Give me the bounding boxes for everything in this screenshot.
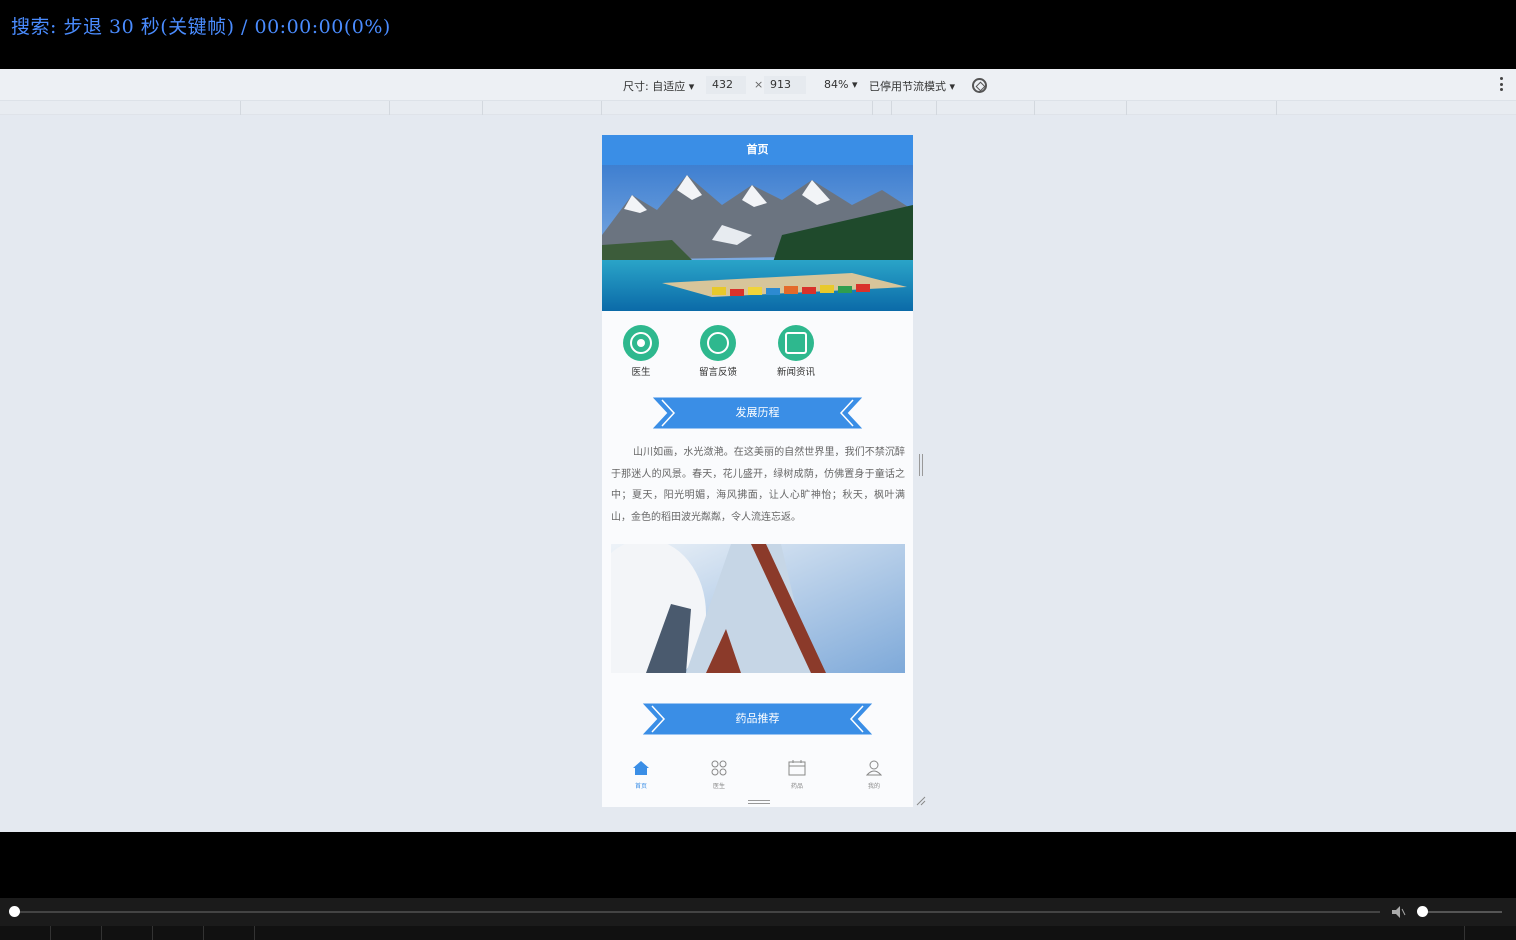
times-label: × xyxy=(754,78,764,91)
dimensions-dropdown[interactable]: 尺寸: 自适应 ▾ xyxy=(623,78,694,94)
grid-icon xyxy=(711,760,727,776)
player-osd-bar: 搜索: 步退 30 秒(关键帧) / 00:00:00(0%) xyxy=(0,0,1516,69)
osd-status-text: 搜索: 步退 30 秒(关键帧) / 00:00:00(0%) xyxy=(11,16,391,38)
drag-handle[interactable] xyxy=(748,800,770,804)
doctor-icon xyxy=(623,325,659,361)
quick-nav: 医生 留言反馈 新闻资讯 xyxy=(602,325,913,385)
seek-knob[interactable] xyxy=(9,906,20,917)
tab-label: 我的 xyxy=(867,783,880,790)
feedback-icon xyxy=(700,325,736,361)
history-paragraph: 山川如画，水光潋滟。在这美丽的自然世界里，我们不禁沉醉于那迷人的风景。春天，花儿… xyxy=(611,447,905,524)
home-icon xyxy=(633,761,649,775)
seek-bar[interactable] xyxy=(0,898,1516,926)
calendar-icon xyxy=(788,760,806,776)
banner-image[interactable] xyxy=(602,165,913,311)
page-title: 首页 xyxy=(602,135,913,165)
user-icon xyxy=(865,760,883,776)
throttle-dropdown[interactable]: 已停用节流模式 ▾ xyxy=(869,78,955,94)
height-input[interactable]: 913 xyxy=(764,76,806,94)
volume-track[interactable] xyxy=(1418,911,1502,913)
status-strip xyxy=(0,926,1516,940)
tab-label: 药品 xyxy=(790,783,803,790)
nav-label: 医生 xyxy=(631,367,651,378)
volume-knob[interactable] xyxy=(1417,906,1428,917)
device-toolbar: 尺寸: 自适应 ▾ 432 × 913 84% ▾ 已停用节流模式 ▾ xyxy=(0,69,1516,101)
tab-doctor[interactable]: 医生 xyxy=(699,760,739,790)
resize-handle-icon[interactable] xyxy=(916,796,926,806)
nav-doctor[interactable]: 医生 xyxy=(606,325,676,378)
nav-feedback[interactable]: 留言反馈 xyxy=(683,325,753,378)
volume-icon[interactable] xyxy=(1392,906,1406,918)
scrollbar-thumb[interactable] xyxy=(919,454,923,476)
media-query-ruler[interactable] xyxy=(0,101,1516,115)
more-vertical-icon[interactable] xyxy=(1500,77,1504,91)
width-input[interactable]: 432 xyxy=(706,76,746,94)
section-header-history: 发展历程 xyxy=(602,396,913,430)
tab-medicine[interactable]: 药品 xyxy=(777,760,817,790)
nav-news[interactable]: 新闻资讯 xyxy=(761,325,831,378)
zoom-dropdown[interactable]: 84% ▾ xyxy=(824,78,857,91)
mobile-app-frame: 首页 医生 留言反馈 新闻资讯 发展历程 山川如画，水光潋滟。在这美丽的自然世界… xyxy=(602,135,913,807)
tab-profile[interactable]: 我的 xyxy=(854,760,894,790)
rotate-icon[interactable] xyxy=(972,78,987,93)
nav-label: 新闻资讯 xyxy=(776,367,815,378)
tab-home[interactable]: 首页 xyxy=(621,760,661,790)
tab-label: 医生 xyxy=(712,783,725,790)
section-title: 药品推荐 xyxy=(735,712,780,725)
tab-label: 首页 xyxy=(634,783,647,790)
nav-label: 留言反馈 xyxy=(698,367,737,378)
bottom-tab-bar: 首页 医生 药品 我的 xyxy=(602,756,913,796)
section-title: 发展历程 xyxy=(735,406,780,419)
browser-viewport: 尺寸: 自适应 ▾ 432 × 913 84% ▾ 已停用节流模式 ▾ 首页 医… xyxy=(0,69,1516,832)
news-icon xyxy=(778,325,814,361)
player-controls xyxy=(0,832,1516,940)
seek-track[interactable] xyxy=(14,911,1380,913)
section-header-recommend: 药品推荐 xyxy=(602,702,913,736)
building-image[interactable] xyxy=(611,544,905,673)
